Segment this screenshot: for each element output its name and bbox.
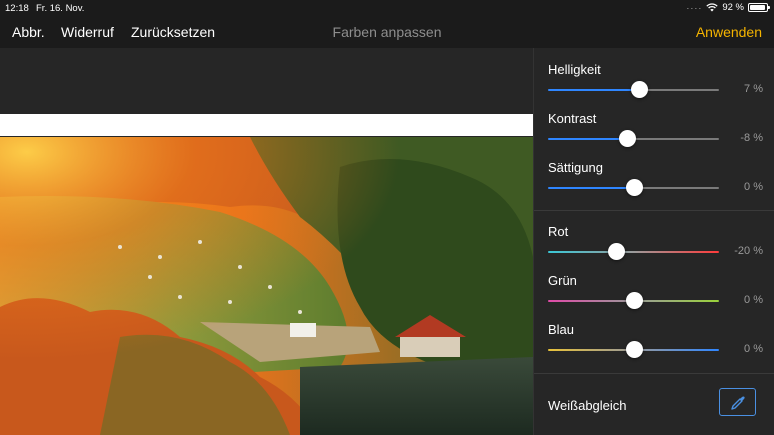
- white-balance-picker-button[interactable]: [719, 388, 756, 416]
- red-row: Rot -20 %: [534, 224, 774, 270]
- page-title: Farben anpassen: [332, 24, 442, 40]
- brightness-slider-thumb[interactable]: [631, 81, 649, 98]
- red-slider-track[interactable]: [548, 251, 719, 253]
- status-bar: 12:18 Fr. 16. Nov. ···· 92 %: [0, 0, 774, 16]
- saturation-label: Sättigung: [548, 160, 603, 175]
- blue-row: Blau 0 %: [534, 322, 774, 368]
- red-value: -20 %: [734, 245, 763, 257]
- divider: [534, 210, 774, 211]
- green-row: Grün 0 %: [534, 273, 774, 319]
- divider: [534, 373, 774, 374]
- eyedropper-icon: [731, 396, 745, 410]
- brightness-row: Helligkeit 7 %: [534, 62, 774, 108]
- saturation-row: Sättigung 0 %: [534, 160, 774, 206]
- red-slider-thumb[interactable]: [608, 243, 626, 260]
- blue-slider-thumb[interactable]: [625, 341, 643, 358]
- brightness-label: Helligkeit: [548, 62, 601, 77]
- status-indicators: ···· 92 %: [686, 2, 770, 13]
- blue-value: 0 %: [744, 343, 763, 355]
- blue-label: Blau: [548, 322, 575, 337]
- saturation-value: 0 %: [744, 181, 763, 193]
- green-value: 0 %: [744, 294, 763, 306]
- preview-white-strip: [0, 114, 533, 136]
- white-balance-label: Weißabgleich: [548, 398, 627, 413]
- wifi-icon: [706, 3, 719, 12]
- color-adjust-screen: 12:18 Fr. 16. Nov. ···· 92 % Abbr. Wider…: [0, 0, 774, 435]
- battery-percentage: 92 %: [722, 2, 744, 13]
- status-time: 12:18: [5, 3, 29, 14]
- red-label: Rot: [548, 224, 569, 239]
- brightness-value: 7 %: [744, 83, 763, 95]
- contrast-value: -8 %: [740, 132, 763, 144]
- apply-button[interactable]: Anwenden: [696, 24, 762, 40]
- toolbar: Abbr. Widerruf Zurücksetzen Farben anpas…: [0, 16, 774, 48]
- contrast-slider-thumb[interactable]: [618, 130, 636, 147]
- white-balance-row: Weißabgleich: [534, 386, 774, 428]
- green-label: Grün: [548, 273, 577, 288]
- battery-icon: [748, 3, 770, 12]
- status-date: Fr. 16. Nov.: [36, 3, 85, 14]
- adjustment-panel: Helligkeit 7 % Kontrast -8 % Sättigung 0…: [533, 48, 774, 435]
- signal-icon: ····: [686, 2, 703, 13]
- contrast-row: Kontrast -8 %: [534, 111, 774, 157]
- photo-preview: [0, 137, 533, 435]
- contrast-label: Kontrast: [548, 111, 597, 126]
- green-slider-thumb[interactable]: [625, 292, 643, 309]
- saturation-slider-thumb[interactable]: [625, 179, 643, 196]
- image-preview: [0, 48, 533, 435]
